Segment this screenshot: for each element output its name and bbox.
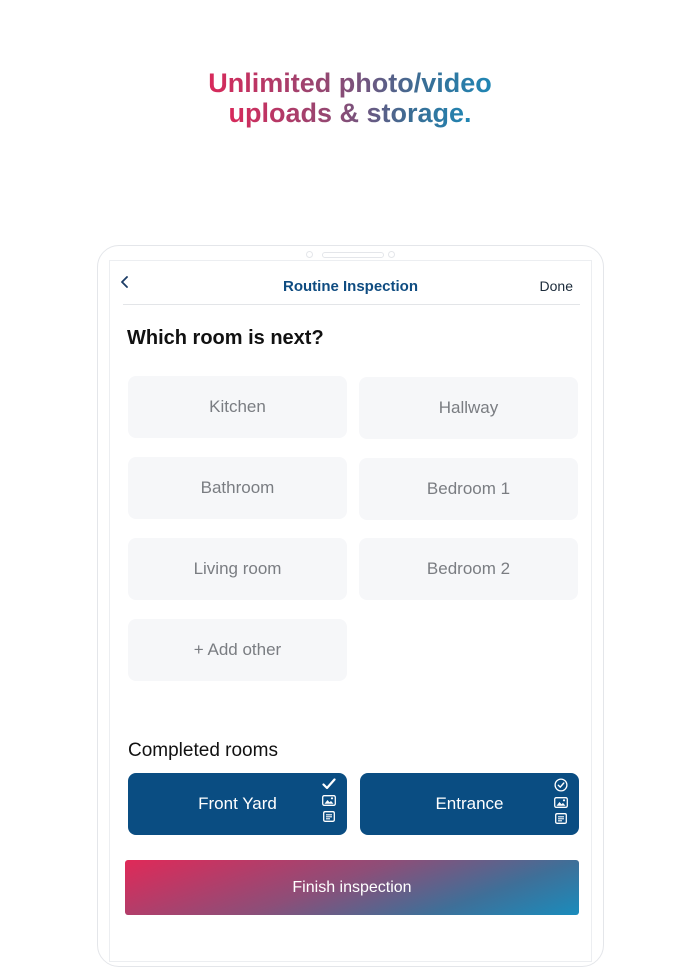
completed-room-entrance[interactable]: Entrance [360, 773, 579, 835]
camera-dot [306, 251, 313, 258]
app-screen: Routine Inspection Done Which room is ne… [109, 260, 592, 962]
notes-icon [323, 811, 335, 822]
room-tile-bedroom-1[interactable]: Bedroom 1 [359, 458, 578, 520]
completed-room-label: Front Yard [198, 794, 277, 813]
check-icon [322, 778, 336, 790]
room-tile-hallway[interactable]: Hallway [359, 377, 578, 439]
page-title: Routine Inspection [283, 278, 418, 295]
image-icon [554, 797, 568, 808]
image-icon [322, 795, 336, 806]
headline-line-2: uploads & storage. [228, 98, 472, 128]
room-question: Which room is next? [127, 327, 324, 349]
card-icons [554, 778, 568, 824]
navbar: Routine Inspection Done [110, 261, 591, 305]
completed-rooms-title: Completed rooms [128, 740, 278, 761]
notes-icon [555, 813, 567, 824]
done-button[interactable]: Done [540, 278, 573, 294]
add-other-room-button[interactable]: + Add other [128, 619, 347, 681]
check-circle-icon [554, 778, 568, 792]
headline-line-1: Unlimited photo/video [208, 68, 492, 98]
completed-room-label: Entrance [435, 794, 504, 813]
card-icons [322, 778, 336, 822]
navbar-divider [123, 304, 580, 305]
headline: Unlimited photo/video uploads & storage. [0, 68, 700, 128]
room-tile-living-room[interactable]: Living room [128, 538, 347, 600]
sensor-dot [388, 251, 395, 258]
room-tile-bedroom-2[interactable]: Bedroom 2 [359, 538, 578, 600]
room-tile-bathroom[interactable]: Bathroom [128, 457, 347, 519]
finish-inspection-button[interactable]: Finish inspection [125, 860, 579, 915]
room-tile-kitchen[interactable]: Kitchen [128, 376, 347, 438]
speaker-slot [322, 252, 384, 258]
completed-room-front-yard[interactable]: Front Yard [128, 773, 347, 835]
